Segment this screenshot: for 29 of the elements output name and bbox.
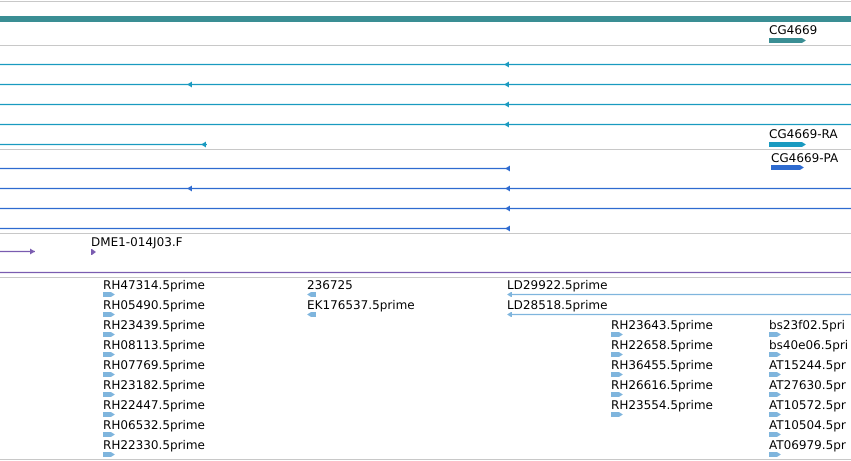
feature-label: RH23554.5prime: [611, 398, 713, 412]
feature-label: bs23f02.5pri: [769, 318, 845, 332]
feature-label: RH23182.5prime: [103, 378, 205, 392]
feature-label: RH22658.5prime: [611, 338, 713, 352]
feature-label: RH23643.5prime: [611, 318, 713, 332]
feature-label: DME1-014J03.F: [91, 235, 183, 249]
feature-label: RH07769.5prime: [103, 358, 205, 372]
feature-label: LD28518.5prime: [507, 298, 608, 312]
feature-label: RH26616.5prime: [611, 378, 713, 392]
feature-label: RH22330.5prime: [103, 438, 205, 452]
feature-label: AT06979.5pr: [769, 438, 846, 452]
feature-label: AT15244.5pr: [769, 358, 846, 372]
feature-label: RH08113.5prime: [103, 338, 205, 352]
feature-label: 236725: [307, 278, 353, 292]
feature-label: RH06532.5prime: [103, 418, 205, 432]
feature-label: RH22447.5prime: [103, 398, 205, 412]
feature-label: bs40e06.5pri: [769, 338, 848, 352]
feature-label: CG4669-RA: [769, 127, 838, 141]
feature-label: CG4669-PA: [771, 151, 838, 165]
feature-label: RH47314.5prime: [103, 278, 205, 292]
feature-label: LD29922.5prime: [507, 278, 608, 292]
feature-label: EK176537.5prime: [307, 298, 415, 312]
feature-label: CG4669: [769, 23, 818, 37]
feature-label: RH05490.5prime: [103, 298, 205, 312]
feature-label: RH36455.5prime: [611, 358, 713, 372]
feature-label: AT27630.5pr: [769, 378, 846, 392]
feature-label: AT10572.5pr: [769, 398, 846, 412]
feature-label: RH23439.5prime: [103, 318, 205, 332]
feature-label: AT10504.5pr: [769, 418, 846, 432]
